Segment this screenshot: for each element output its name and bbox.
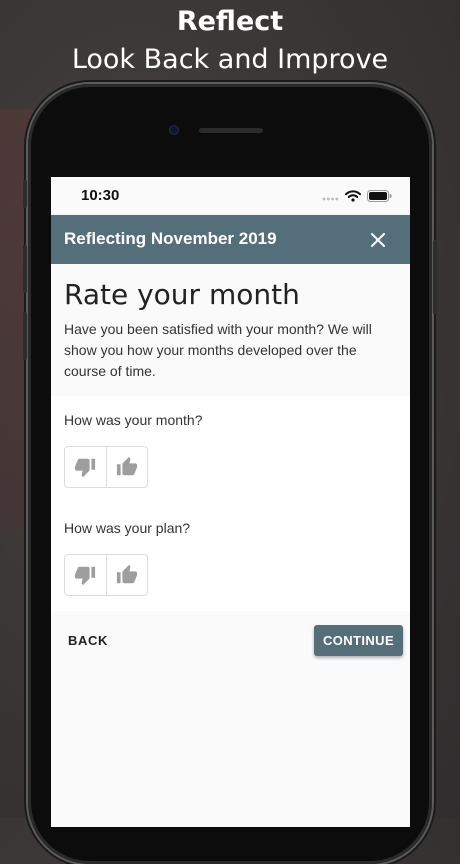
header-section: Rate your month Have you been satisfied … bbox=[51, 264, 410, 396]
camera bbox=[169, 125, 179, 135]
close-button[interactable] bbox=[366, 228, 390, 252]
question-plan-label: How was your plan? bbox=[64, 520, 191, 536]
thumbs-down-icon bbox=[75, 566, 96, 586]
month-thumbs-up-button[interactable] bbox=[105, 447, 148, 487]
app-bar-title: Reflecting November 2019 bbox=[64, 229, 277, 248]
app-screen: 10:30 Reflecting November 2019 Rate your… bbox=[51, 177, 410, 827]
page-title: Rate your month bbox=[64, 278, 300, 311]
page-description: Have you been satisfied with your month?… bbox=[64, 321, 372, 379]
status-bar: 10:30 bbox=[51, 177, 410, 215]
close-icon bbox=[371, 233, 385, 247]
speaker-grille bbox=[199, 128, 263, 133]
back-button[interactable]: BACK bbox=[68, 633, 108, 648]
battery-icon bbox=[367, 189, 392, 207]
plan-thumbs-up-button[interactable] bbox=[105, 555, 148, 595]
plan-rating-group bbox=[64, 554, 148, 596]
promo-subtitle: Look Back and Improve bbox=[71, 44, 389, 75]
question-month-label: How was your month? bbox=[64, 412, 203, 428]
footer-navigation: BACK CONTINUE bbox=[51, 611, 410, 827]
app-bar: Reflecting November 2019 bbox=[51, 215, 410, 264]
wifi-icon bbox=[345, 189, 361, 207]
phone-power-button bbox=[433, 240, 437, 314]
plan-thumbs-down-button[interactable] bbox=[65, 555, 106, 595]
promo-title: Reflect bbox=[176, 6, 284, 37]
thumbs-up-icon bbox=[116, 564, 137, 584]
phone-volume-down bbox=[23, 312, 27, 360]
rating-section: How was your month? How was your plan? bbox=[51, 396, 410, 611]
phone-volume-up bbox=[23, 245, 27, 293]
continue-button[interactable]: CONTINUE bbox=[314, 625, 403, 656]
month-thumbs-down-button[interactable] bbox=[65, 447, 106, 487]
month-rating-group bbox=[64, 446, 148, 488]
signal-icon bbox=[322, 189, 339, 207]
thumbs-up-icon bbox=[116, 456, 137, 476]
thumbs-down-icon bbox=[75, 458, 96, 478]
status-icons bbox=[322, 189, 392, 207]
phone-mute-switch bbox=[23, 180, 27, 208]
status-time: 10:30 bbox=[81, 187, 120, 204]
